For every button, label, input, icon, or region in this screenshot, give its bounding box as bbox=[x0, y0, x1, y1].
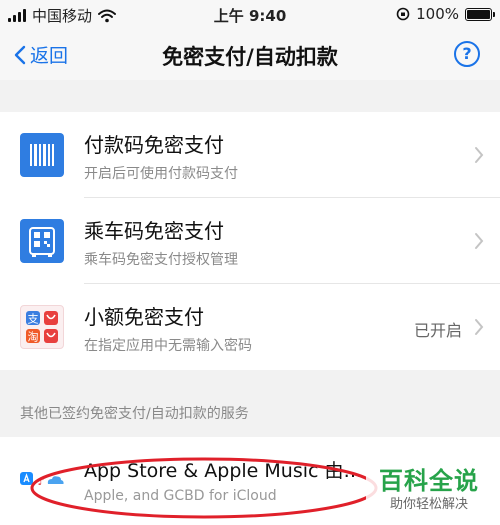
list-item-title: App Store & Apple Music 由… bbox=[84, 460, 363, 482]
navigation-bar: 返回 免密支付/自动扣款 ? bbox=[0, 30, 500, 80]
battery-icon bbox=[465, 7, 495, 21]
list-item-subtitle: 开启后可使用付款码支付 bbox=[84, 166, 238, 182]
svg-text:♪: ♪ bbox=[38, 475, 45, 488]
list-item-payment-code[interactable]: 付款码免密支付 开启后可使用付款码支付 bbox=[0, 112, 500, 198]
list-item-title: 乘车码免密支付 bbox=[84, 219, 224, 243]
app-store-icon: ♪ bbox=[20, 472, 64, 488]
chevron-right-icon bbox=[475, 233, 484, 249]
chevron-right-icon bbox=[475, 319, 484, 335]
payment-services-card: 付款码免密支付 开启后可使用付款码支付 乘车码免密支付 乘车码免密支付授权管理 bbox=[0, 112, 500, 370]
watermark-subtitle: 助你轻松解决 bbox=[389, 497, 468, 512]
watermark: 百科全说 助你轻松解决 bbox=[366, 464, 492, 518]
page-title: 免密支付/自动扣款 bbox=[162, 45, 338, 69]
list-item-title: 小额免密支付 bbox=[84, 305, 204, 329]
list-item-subtitle: 在指定应用中无需输入密码 bbox=[84, 338, 252, 354]
status-badge: 已开启 bbox=[413, 321, 462, 340]
barcode-icon bbox=[20, 133, 64, 177]
orientation-lock-icon bbox=[396, 7, 410, 21]
list-item-subtitle: Apple, and GCBD for iCloud bbox=[84, 488, 277, 504]
app-grid-icon: 支 淘 bbox=[20, 305, 64, 349]
battery-percent: 100% bbox=[416, 5, 459, 23]
svg-text:淘: 淘 bbox=[28, 331, 39, 344]
section-header: 其他已签约免密支付/自动扣款的服务 bbox=[20, 406, 249, 422]
bus-qr-icon bbox=[20, 219, 64, 263]
status-bar: 中国移动 上午 9:40 100% bbox=[0, 0, 500, 30]
list-item-small-amount[interactable]: 支 淘 小额免密支付 在指定应用中无需输入密码 已开启 bbox=[0, 284, 500, 370]
status-right: 100% bbox=[396, 5, 495, 23]
watermark-title: 百科全说 bbox=[379, 467, 479, 495]
svg-text:支: 支 bbox=[28, 313, 39, 326]
list-item-bus-code[interactable]: 乘车码免密支付 乘车码免密支付授权管理 bbox=[0, 198, 500, 284]
chevron-right-icon bbox=[475, 147, 484, 163]
help-button[interactable]: ? bbox=[454, 41, 480, 67]
list-item-subtitle: 乘车码免密支付授权管理 bbox=[84, 252, 238, 268]
list-item-title: 付款码免密支付 bbox=[84, 133, 224, 157]
